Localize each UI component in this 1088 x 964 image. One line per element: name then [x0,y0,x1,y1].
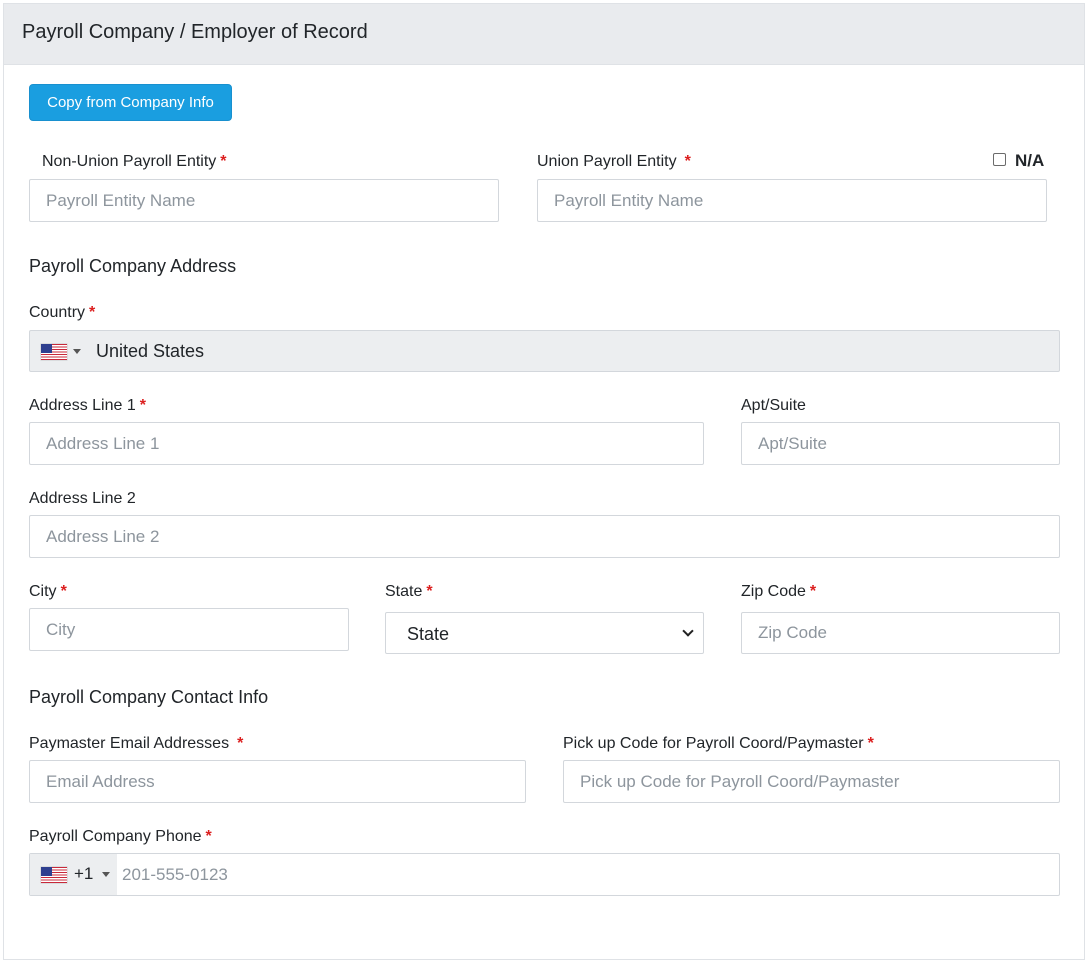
apt-suite-label: Apt/Suite [741,397,806,414]
address-line-2-input[interactable] [29,515,1060,558]
panel-header: Payroll Company / Employer of Record [4,4,1084,65]
city-input[interactable] [29,608,349,651]
us-flag-icon [41,867,67,883]
caret-down-icon [102,872,110,877]
us-flag-icon [41,344,67,360]
union-payroll-entity-input[interactable] [537,179,1047,222]
label-text: Address Line 1 [29,397,136,414]
label-text: Non-Union Payroll Entity [42,153,217,170]
phone-country-dropdown[interactable]: +1 [30,854,117,895]
address-line-2-label: Address Line 2 [29,490,136,507]
required-asterisk: * [139,397,146,414]
non-union-payroll-entity-label: Non-Union Payroll Entity * [42,153,227,171]
city-label: City * [29,583,67,601]
caret-down-icon [73,349,81,354]
label-text: Country [29,304,86,321]
union-payroll-entity-label: Union Payroll Entity * [537,153,691,171]
required-asterisk: * [809,583,817,600]
paymaster-email-label: Paymaster Email Addresses * [29,735,243,753]
required-asterisk: * [684,153,691,170]
label-text: Zip Code [741,583,806,600]
required-asterisk: * [426,583,433,600]
required-asterisk: * [60,583,67,600]
required-asterisk: * [220,153,227,170]
label-text: Paymaster Email Addresses [29,735,230,752]
phone-field: +1 [29,853,1060,896]
zip-code-label: Zip Code * [741,583,816,601]
state-label: State * [385,583,433,601]
payroll-company-contact-title: Payroll Company Contact Info [29,687,269,707]
paymaster-email-input[interactable] [29,760,526,803]
page-title: Payroll Company / Employer of Record [22,21,368,43]
address-line-1-input[interactable] [29,422,704,465]
required-asterisk: * [205,828,212,845]
address-line-1-label: Address Line 1 * [29,397,146,415]
payroll-company-panel: Payroll Company / Employer of Record Cop… [3,3,1085,960]
copy-from-company-info-button[interactable]: Copy from Company Info [29,84,232,121]
label-text: City [29,583,57,600]
payroll-company-phone-label: Payroll Company Phone * [29,828,212,846]
apt-suite-input[interactable] [741,422,1060,465]
state-select[interactable]: State [385,612,704,654]
required-asterisk: * [89,304,96,321]
label-text: Payroll Company Phone [29,828,202,845]
pickup-code-input[interactable] [563,760,1060,803]
chevron-down-icon [682,625,694,637]
non-union-payroll-entity-input[interactable] [29,179,499,222]
required-asterisk: * [867,735,874,752]
country-value: United States [96,341,205,361]
na-checkbox[interactable] [993,153,1006,166]
label-text: State [385,583,423,600]
na-label: N/A [1015,151,1045,170]
phone-input[interactable] [118,854,1058,895]
payroll-company-address-title: Payroll Company Address [29,256,237,276]
label-text: Pick up Code for Payroll Coord/Paymaster [563,735,864,752]
zip-code-input[interactable] [741,612,1060,654]
pickup-code-label: Pick up Code for Payroll Coord/Paymaster… [563,735,874,753]
state-value: State [407,624,450,644]
country-select[interactable]: United States [29,330,1060,372]
required-asterisk: * [237,735,244,752]
dial-code: +1 [74,864,94,883]
label-text: Union Payroll Entity [537,153,677,170]
country-label: Country * [29,304,95,322]
